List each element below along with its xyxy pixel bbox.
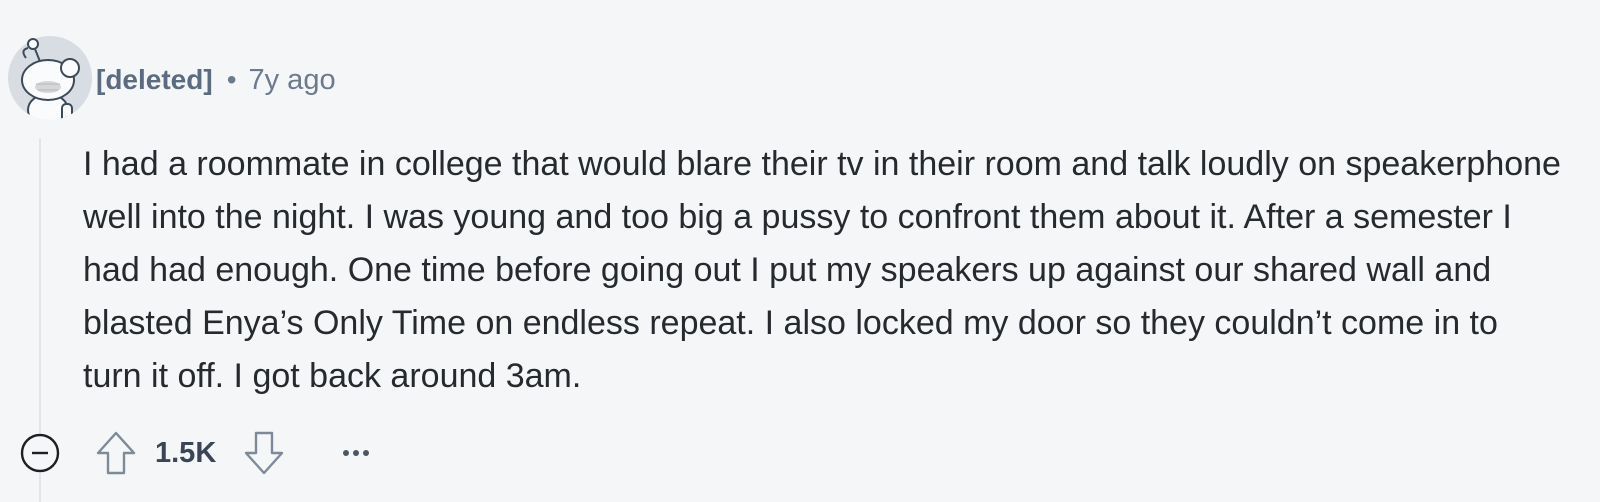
timestamp[interactable]: 7y ago	[249, 64, 336, 97]
downvote-button[interactable]	[242, 430, 286, 476]
comment: [deleted] • 7y ago I had a roommate in c…	[0, 0, 1600, 502]
author-name[interactable]: [deleted]	[96, 64, 213, 96]
vote-score: 1.5K	[155, 437, 217, 469]
collapse-button[interactable]	[20, 433, 60, 473]
collapse-minus-icon	[20, 433, 60, 473]
comment-body: I had a roommate in college that would b…	[83, 145, 1561, 395]
downvote-arrow-icon	[244, 431, 284, 475]
more-options-button[interactable]	[336, 439, 376, 467]
avatar[interactable]	[8, 36, 92, 120]
upvote-button[interactable]	[94, 430, 138, 476]
comment-actions: 1.5K	[0, 425, 420, 481]
upvote-arrow-icon	[96, 431, 136, 475]
snoo-avatar-icon	[8, 36, 92, 120]
comment-meta: [deleted] • 7y ago	[96, 58, 336, 102]
meta-separator: •	[226, 64, 237, 95]
ellipsis-icon	[343, 450, 369, 456]
